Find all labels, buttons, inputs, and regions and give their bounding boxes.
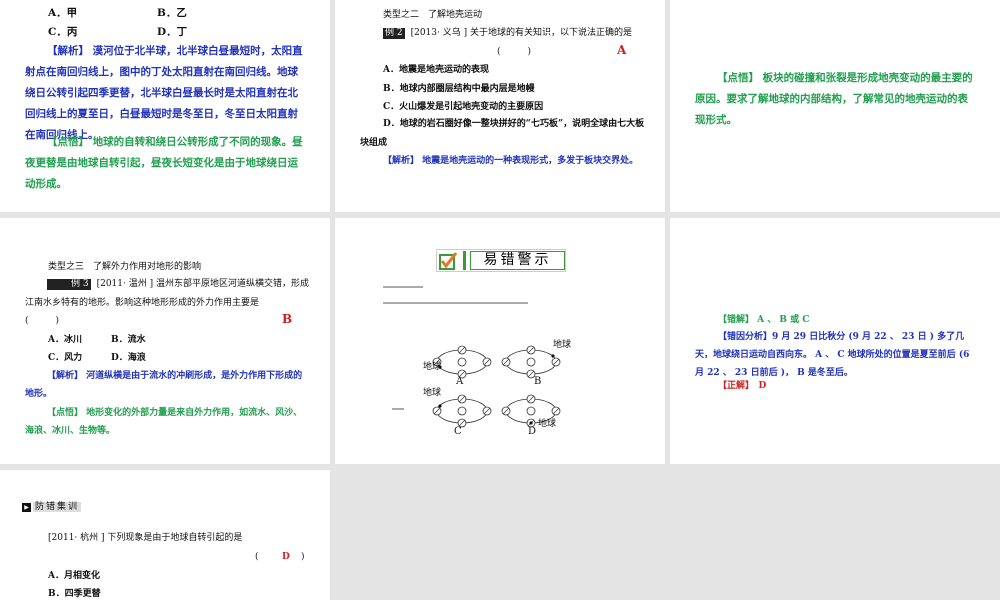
option-b: B．乙: [157, 7, 187, 19]
insight-label: 【点悟】: [47, 136, 89, 148]
orbit-diagram: [432, 345, 561, 428]
correct-label: 【正解】: [718, 381, 750, 391]
wrong-label: 【错解】: [718, 315, 755, 325]
answer-paren: ( ): [25, 316, 60, 326]
option-b: B．四季更替: [48, 589, 101, 599]
wrong-body: A 、 B 或 C: [757, 315, 810, 325]
reason-label: 【错因分析】: [718, 332, 773, 342]
sun-icon: [526, 357, 536, 367]
analysis-body: 漠河位于北半球，北半球白昼最短时，太阳直射点在南回归线上，图中的丁处太阳直射在南…: [25, 45, 303, 141]
diagram-label-b: B: [534, 376, 542, 387]
slide-thumbnail-1[interactable]: A．甲 B．乙 C．丙 D．丁 【解析】 漠河位于北半球，北半球白昼最短时，太阳…: [0, 0, 330, 212]
insight-text: 【点悟】 地球的自转和绕日公转形成了不同的现象。昼夜更替是由地球自转引起，昼夜长…: [25, 132, 305, 195]
example-tag: 例 2: [383, 28, 405, 39]
analysis-label: 【解析】: [47, 371, 84, 381]
diagram-label-d: D: [528, 426, 537, 437]
sun-icon: [457, 406, 467, 416]
answer-paren: ( ): [497, 47, 532, 57]
option-a: A．地震是地壳运动的表现: [383, 65, 489, 75]
answer: A: [617, 43, 627, 57]
earth-label-b: 地球: [553, 340, 572, 350]
analysis-text: 【解析】 漠河位于北半球，北半球白昼最短时，太阳直射点在南回归线上，图中的丁处太…: [25, 41, 305, 146]
question-text: [2013· 义乌 ] 关于地球的有关知识，以下说法正确的是: [410, 28, 632, 38]
earth-label-a: 地球: [423, 362, 442, 372]
insight-label: 【点悟】: [47, 408, 84, 418]
insight-text: 【点悟】 地形变化的外部力量是来自外力作用，如流水、风沙、海浪、冰川、生物等。: [25, 404, 310, 440]
example-tag: 例 3: [47, 279, 91, 290]
answer: D: [282, 552, 290, 562]
diagram-label-c: C: [454, 426, 462, 437]
question: 例 3 [2011· 温州 ] 温州东部平原地区河道纵横交错，形成江南水乡特有的地…: [25, 275, 310, 313]
option-d: D．海浪: [111, 353, 146, 363]
insight-text: 【点悟】 板块的碰撞和张裂是形成地壳变动的最主要的原因。要求了解地球的内部结构，…: [695, 68, 975, 131]
analysis-text: 【解析】 地震是地壳运动的一种表现形式，多发于板块交界处。: [360, 152, 650, 170]
slide-thumbnail-4[interactable]: 类型之三 了解外力作用对地形的影响 例 3 [2011· 温州 ] 温州东部平原地…: [0, 218, 330, 464]
section-title: 防错集训: [33, 502, 82, 512]
earth-label-d: 地球: [538, 419, 557, 429]
play-icon: ▶: [22, 503, 31, 512]
analysis-label: 【解析】: [383, 156, 420, 166]
earth-marker-dot: [438, 404, 442, 408]
sun-icon: [526, 406, 536, 416]
paren-open: (: [255, 552, 259, 562]
diagram-label-a: A: [456, 376, 464, 387]
paren-close: ): [301, 552, 305, 562]
question: 例 2 [2013· 义乌 ] 关于地球的有关知识，以下说法正确的是: [383, 23, 632, 44]
option-d: D．地球的岩石圈好像一整块拼好的“七巧板”，说明全球由七大板块组成: [360, 119, 645, 148]
option-c: C．风力: [48, 353, 83, 363]
analysis-body: 地震是地壳运动的一种表现形式，多发于板块交界处。: [422, 156, 639, 166]
error-analysis: 【错因分析】9 月 29 日比秋分 (9 月 22 、 23 日 ) 多了几天，…: [695, 328, 975, 382]
earth-label-c: 地球: [423, 388, 442, 398]
analysis-label: 【解析】: [47, 45, 89, 57]
correct-body: D: [758, 381, 767, 391]
option-d: D．丁: [157, 26, 188, 38]
question-text: [2011· 杭州 ] 下列现象是由于地球自转引起的是: [48, 533, 243, 543]
slide-thumbnail-5[interactable]: 易错警示 地球 地球 地球 地球 A B C D: [335, 218, 665, 464]
answer: B: [282, 312, 293, 326]
slide-thumbnail-7[interactable]: ▶ 防错集训 [2011· 杭州 ] 下列现象是由于地球自转引起的是 ( D ) …: [0, 470, 330, 600]
option-c: C．丙: [48, 26, 78, 38]
sun-icon: [457, 357, 467, 367]
analysis-text: 【解析】 河道纵横是由于流水的冲刷形成，是外力作用下形成的地形。: [25, 367, 310, 403]
section-header: ▶ 防错集训: [22, 500, 82, 514]
slide-thumbnail-2[interactable]: 类型之二 了解地壳运动 例 2 [2013· 义乌 ] 关于地球的有关知识，以下说…: [335, 0, 665, 212]
option-a: A．甲: [48, 7, 78, 19]
correct-answer: 【正解】 D: [718, 376, 766, 397]
slide-thumbnail-3[interactable]: 【点悟】 板块的碰撞和张裂是形成地壳变动的最主要的原因。要求了解地球的内部结构，…: [670, 0, 1000, 212]
insight-label: 【点悟】: [717, 72, 759, 84]
slide-thumbnail-6[interactable]: 【错解】 A 、 B 或 C 【错因分析】9 月 29 日比秋分 (9 月 22…: [670, 218, 1000, 464]
